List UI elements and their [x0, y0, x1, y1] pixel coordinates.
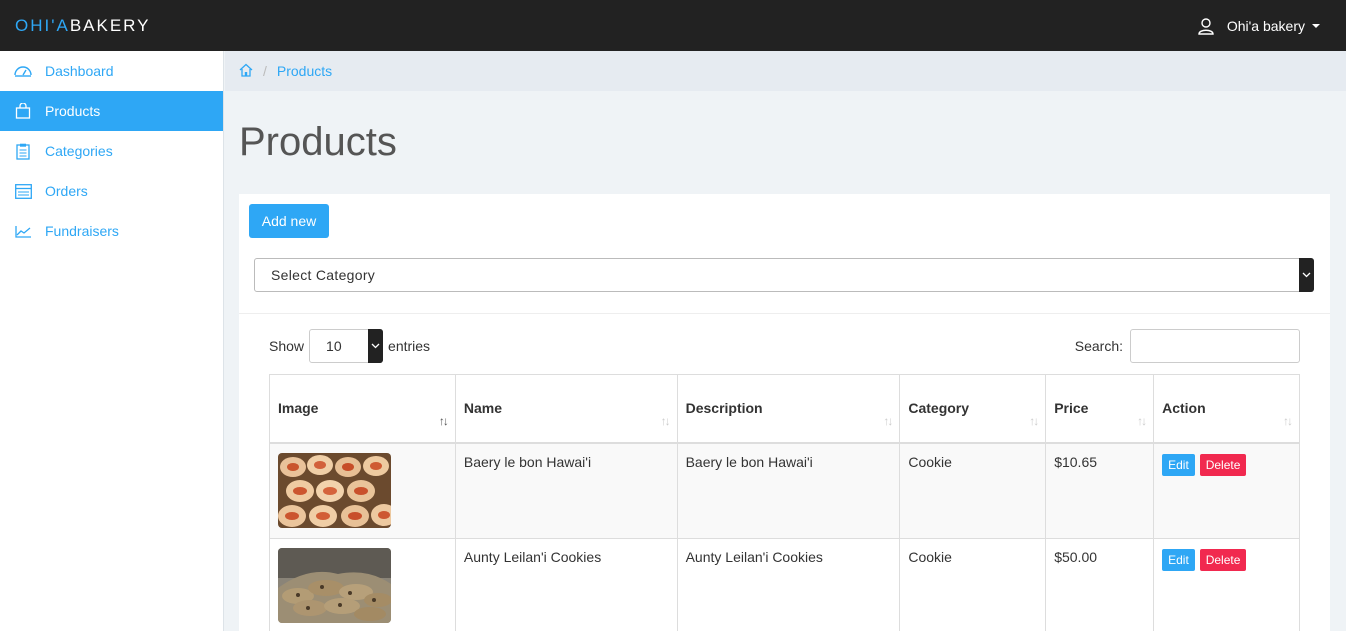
- page-length-value: 10: [326, 338, 342, 354]
- category-select[interactable]: Select Category: [254, 258, 1314, 292]
- sidebar-item-orders[interactable]: Orders: [0, 171, 223, 211]
- category-select-value: Select Category: [271, 267, 376, 283]
- cookies-photo: [278, 547, 391, 623]
- sidebar-item-label: Fundraisers: [45, 223, 119, 239]
- brand-accent: OHI'A: [15, 16, 70, 35]
- chevron-down-icon: [368, 329, 384, 363]
- cell-price: $10.65: [1045, 442, 1155, 539]
- breadcrumb: / Products: [225, 51, 1346, 91]
- cell-name: Aunty Leilan'i Cookies: [454, 537, 678, 631]
- user-menu[interactable]: Ohi'a bakery: [1197, 17, 1320, 35]
- column-header-category[interactable]: Category ↑↓: [899, 374, 1047, 444]
- caret-down-icon: [1312, 24, 1320, 28]
- chart-icon: [14, 222, 32, 240]
- column-header-image[interactable]: Image ↑↓: [269, 374, 456, 444]
- edit-button[interactable]: Edit: [1162, 548, 1195, 571]
- search-label: Search:: [1074, 338, 1123, 354]
- delete-button[interactable]: Delete: [1199, 453, 1247, 476]
- sort-icon: ↑↓: [1137, 413, 1147, 428]
- home-icon[interactable]: [239, 63, 253, 80]
- cell-name: Baery le bon Hawai'i: [454, 442, 678, 539]
- cinnamon-rolls-photo: [278, 452, 391, 528]
- column-header-description[interactable]: Description ↑↓: [676, 374, 901, 444]
- page-length-control: Show 10 entries: [269, 329, 430, 363]
- delete-button[interactable]: Delete: [1199, 548, 1247, 571]
- sidebar-item-label: Dashboard: [45, 63, 114, 79]
- sidebar-item-dashboard[interactable]: Dashboard: [0, 51, 223, 91]
- list-icon: [14, 182, 32, 200]
- entries-label: entries: [388, 338, 431, 354]
- sidebar-item-label: Products: [45, 103, 101, 119]
- cell-action: Edit Delete: [1153, 537, 1300, 631]
- dashboard-icon: [14, 62, 32, 80]
- sidebar-item-label: Orders: [45, 183, 88, 199]
- sidebar-item-fundraisers[interactable]: Fundraisers: [0, 211, 223, 251]
- sort-icon: ↑↓: [883, 413, 893, 428]
- sort-icon: ↑↓: [660, 413, 671, 428]
- user-icon: [1198, 18, 1214, 35]
- brand-rest: BAKERY: [69, 16, 151, 35]
- sidebar-item-label: Categories: [45, 143, 113, 159]
- top-navbar: OHI'ABAKERY Ohi'a bakery: [0, 0, 1346, 51]
- cell-action: Edit Delete: [1153, 442, 1300, 539]
- products-panel: Add new Select Category Show 10 entries …: [239, 194, 1330, 631]
- bag-icon: [14, 102, 32, 120]
- search-input[interactable]: [1130, 329, 1300, 363]
- column-header-name[interactable]: Name ↑↓: [454, 374, 678, 444]
- sidebar-item-categories[interactable]: Categories: [0, 131, 223, 171]
- page-length-select[interactable]: 10: [309, 329, 384, 363]
- edit-button[interactable]: Edit: [1162, 453, 1195, 476]
- table-header-row: Image ↑↓ Name ↑↓ Description ↑↓ Category ↑↓ …: [269, 374, 1300, 444]
- table-row: Baery le bon Hawai'i Baery le bon Hawai'…: [269, 442, 1300, 539]
- column-header-price[interactable]: Price ↑↓: [1045, 374, 1155, 444]
- search-control: Search:: [1075, 329, 1300, 363]
- brand-logo[interactable]: OHI'ABAKERY: [15, 16, 150, 36]
- products-table: Image ↑↓ Name ↑↓ Description ↑↓ Category ↑↓ …: [269, 374, 1300, 631]
- add-new-button[interactable]: Add new: [249, 204, 329, 238]
- divider: [239, 313, 1330, 314]
- clipboard-icon: [14, 142, 32, 160]
- cell-price: $50.00: [1045, 537, 1155, 631]
- table-row: Aunty Leilan'i Cookies Aunty Leilan'i Co…: [269, 537, 1300, 631]
- sort-icon: ↑↓: [1029, 413, 1039, 428]
- cell-description: Baery le bon Hawai'i: [676, 442, 901, 539]
- show-label: Show: [269, 338, 305, 354]
- sort-icon: ↑↓: [438, 413, 449, 428]
- cell-image: [269, 537, 456, 631]
- column-header-action[interactable]: Action ↑↓: [1153, 374, 1300, 444]
- cell-description: Aunty Leilan'i Cookies: [676, 537, 901, 631]
- sidebar: Dashboard Products Categories Orders Fun…: [0, 51, 224, 631]
- sort-icon: ↑↓: [1283, 413, 1293, 428]
- breadcrumb-separator: /: [263, 63, 267, 79]
- cell-category: Cookie: [899, 537, 1047, 631]
- user-name: Ohi'a bakery: [1226, 18, 1305, 34]
- cell-category: Cookie: [899, 442, 1047, 539]
- cell-image: [269, 442, 456, 539]
- sidebar-item-products[interactable]: Products: [0, 91, 223, 131]
- page-title: Products: [239, 120, 397, 164]
- breadcrumb-current[interactable]: Products: [277, 63, 332, 79]
- chevron-down-icon: [1299, 258, 1314, 292]
